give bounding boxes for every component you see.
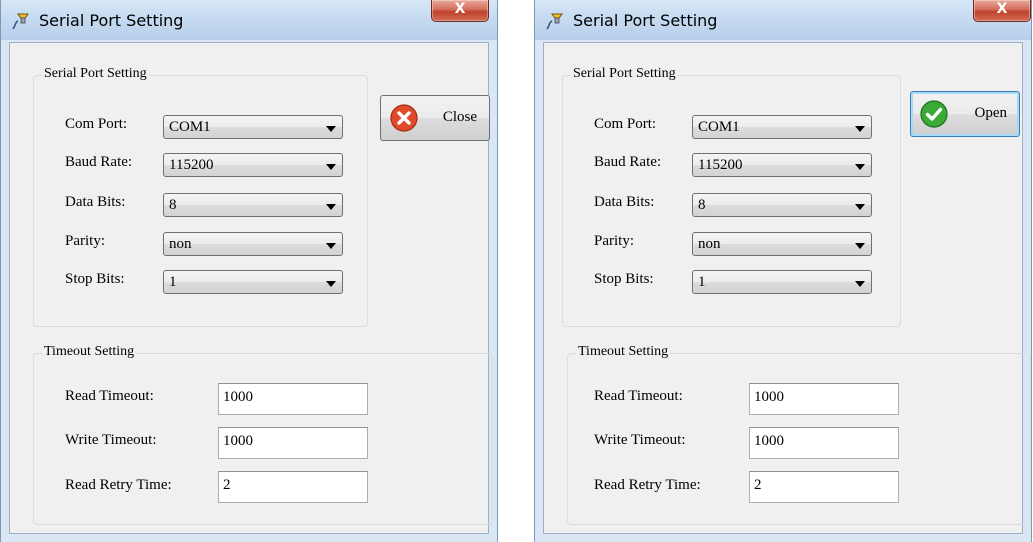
read-retry-time-input[interactable]: 2 [218,471,368,503]
timeout-group: Timeout Setting Read Timeout: 1000 Write… [33,344,493,525]
write-timeout-input[interactable]: 1000 [749,427,899,459]
serial-port-window-left: Serial Port Setting X Serial Port Settin… [0,0,498,542]
read-timeout-label: Read Timeout: [594,388,683,404]
open-port-label: Open [974,105,1008,121]
data-bits-value: 8 [169,197,177,213]
com-port-label: Com Port: [65,116,128,132]
read-retry-time-label: Read Retry Time: [594,477,701,493]
data-bits-select[interactable]: 8 [163,193,343,217]
chevron-down-icon [855,281,865,287]
baud-rate-select[interactable]: 115200 [692,153,872,177]
write-timeout-label: Write Timeout: [594,432,686,448]
open-port-button[interactable]: Open [910,91,1020,137]
com-port-select[interactable]: COM1 [163,115,343,139]
baud-rate-label: Baud Rate: [594,154,662,170]
group-title: Serial Port Setting [42,66,149,82]
parity-select[interactable]: non [163,232,343,256]
stop-bits-value: 1 [698,274,706,290]
read-retry-time-value: 2 [223,477,231,493]
parity-value: non [169,236,192,252]
read-timeout-label: Read Timeout: [65,388,154,404]
title-bar[interactable]: Serial Port Setting X [1,0,497,40]
chevron-down-icon [855,164,865,170]
chevron-down-icon [855,243,865,249]
read-retry-time-label: Read Retry Time: [65,477,172,493]
com-port-value: COM1 [698,119,740,135]
data-bits-value: 8 [698,197,706,213]
write-timeout-value: 1000 [223,433,253,449]
stop-bits-label: Stop Bits: [594,271,654,287]
parity-value: non [698,236,721,252]
baud-rate-select[interactable]: 115200 [163,153,343,177]
timeout-group: Timeout Setting Read Timeout: 1000 Write… [567,344,1031,525]
baud-rate-value: 115200 [169,157,214,173]
window-title: Serial Port Setting [573,11,718,30]
close-port-label: Close [442,109,477,125]
read-timeout-value: 1000 [223,389,253,405]
stop-bits-select[interactable]: 1 [163,270,343,294]
write-timeout-input[interactable]: 1000 [218,427,368,459]
read-retry-time-input[interactable]: 2 [749,471,899,503]
close-port-button[interactable]: Close [380,95,490,141]
data-bits-label: Data Bits: [594,194,655,210]
parity-label: Parity: [65,233,105,249]
baud-rate-label: Baud Rate: [65,154,133,170]
parity-label: Parity: [594,233,634,249]
chevron-down-icon [326,164,336,170]
data-bits-label: Data Bits: [65,194,126,210]
title-bar[interactable]: Serial Port Setting X [535,0,1031,40]
parity-select[interactable]: non [692,232,872,256]
group-title: Serial Port Setting [571,66,678,82]
com-port-value: COM1 [169,119,211,135]
write-timeout-label: Write Timeout: [65,432,157,448]
window-title: Serial Port Setting [39,11,184,30]
read-retry-time-value: 2 [754,477,762,493]
chevron-down-icon [326,281,336,287]
chevron-down-icon [326,126,336,132]
stop-bits-value: 1 [169,274,177,290]
window-client-area: Serial Port Setting Com Port: COM1 Baud … [9,42,493,534]
error-circle-x-icon [390,104,418,132]
serial-port-group: Serial Port Setting Com Port: COM1 Baud … [562,66,901,327]
com-port-select[interactable]: COM1 [692,115,872,139]
serial-port-window-right: Serial Port Setting X Serial Port Settin… [534,0,1032,542]
check-circle-icon [920,100,948,128]
com-port-label: Com Port: [594,116,657,132]
window-close-button[interactable]: X [431,0,489,22]
stop-bits-label: Stop Bits: [65,271,125,287]
read-timeout-value: 1000 [754,389,784,405]
chevron-down-icon [326,204,336,210]
read-timeout-input[interactable]: 1000 [218,383,368,415]
read-timeout-input[interactable]: 1000 [749,383,899,415]
write-timeout-value: 1000 [754,433,784,449]
window-close-button[interactable]: X [973,0,1031,22]
cable-plug-icon [12,13,29,30]
stop-bits-select[interactable]: 1 [692,270,872,294]
chevron-down-icon [855,126,865,132]
window-client-area: Serial Port Setting Com Port: COM1 Baud … [543,42,1031,534]
cable-plug-icon [546,13,563,30]
chevron-down-icon [855,204,865,210]
data-bits-select[interactable]: 8 [692,193,872,217]
group-title: Timeout Setting [42,344,137,360]
baud-rate-value: 115200 [698,157,743,173]
group-title: Timeout Setting [576,344,671,360]
chevron-down-icon [326,243,336,249]
serial-port-group: Serial Port Setting Com Port: COM1 Baud … [33,66,368,327]
